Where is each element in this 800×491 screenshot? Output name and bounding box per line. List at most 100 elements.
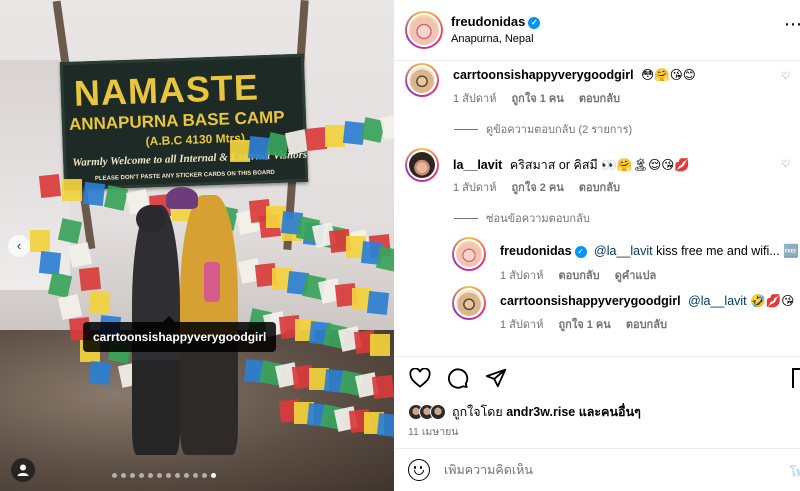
post-actions — [408, 366, 508, 390]
comment-like-icon[interactable]: ♡ — [781, 159, 790, 170]
person-left-head — [136, 205, 166, 233]
carousel-dot — [211, 473, 216, 478]
tagged-users-button[interactable] — [11, 458, 35, 482]
divider — [394, 448, 800, 449]
author-avatar[interactable] — [405, 11, 443, 49]
prayer-flag — [376, 413, 394, 437]
save-button[interactable] — [792, 368, 800, 388]
comment-composer: โพ — [408, 457, 800, 483]
reply-mention[interactable]: @la__lavit — [594, 244, 653, 258]
reply-mention[interactable]: @la__lavit — [688, 294, 747, 308]
comment-input[interactable] — [444, 463, 800, 477]
verified-badge-icon: ✓ — [574, 246, 587, 258]
water-bottle — [204, 262, 220, 302]
emoji-icon[interactable] — [408, 459, 430, 481]
reply-reply-button[interactable]: ตอบกลับ — [559, 270, 600, 282]
comment-text: carrtoonsishappyverygoodgirl 😳🤗😘😊 — [453, 68, 696, 82]
more-icon[interactable]: ⋯ — [784, 14, 800, 35]
carousel-dot — [148, 473, 153, 478]
reply-meta: 1 สัปดาห์ ถูกใจ 1 คน ตอบกลับ — [500, 315, 679, 333]
prayer-flag — [47, 272, 73, 298]
comment-likes[interactable]: ถูกใจ 1 คน — [512, 93, 564, 105]
user-icon — [17, 464, 29, 476]
carousel-dot — [193, 473, 198, 478]
previous-photo-button[interactable]: ‹ — [8, 235, 30, 257]
annapurna-sign: NAMASTE ANNAPURNA BASE CAMP (A.B.C 4130 … — [59, 53, 309, 191]
comment-meta: 1 สัปดาห์ ถูกใจ 2 คน ตอบกลับ — [453, 178, 632, 196]
post-panel: freudonidas ✓ Anapurna, Nepal ⋯ carrtoons… — [394, 0, 800, 491]
comment-time: 1 สัปดาห์ — [453, 182, 497, 194]
prayer-flag — [78, 267, 102, 291]
prayer-flag — [230, 140, 250, 162]
prayer-flag — [371, 375, 394, 399]
prayer-flag — [366, 291, 390, 315]
reply-avatar[interactable] — [452, 237, 486, 271]
comment-meta: 1 สัปดาห์ ถูกใจ 1 คน ตอบกลับ — [453, 89, 632, 107]
post-comment-button[interactable]: โพ — [790, 463, 800, 482]
reply-text: carrtoonsishappyverygoodgirl @la__lavit … — [500, 294, 795, 308]
reply-avatar[interactable] — [452, 286, 486, 320]
heart-icon — [409, 368, 431, 388]
prayer-flag — [88, 361, 112, 385]
carousel-dot — [166, 473, 171, 478]
prayer-flag — [82, 182, 106, 206]
like-button[interactable] — [408, 366, 432, 390]
prayer-flag — [103, 185, 129, 211]
prayer-flag — [67, 242, 93, 268]
carousel-dot — [184, 473, 189, 478]
comment-reply-button[interactable]: ตอบกลับ — [579, 93, 620, 105]
prayer-flag — [370, 334, 390, 356]
carousel-dot — [175, 473, 180, 478]
likes-summary: ถูกใจโดย andr3w.rise และคนอื่นๆ — [408, 402, 641, 422]
prayer-flag — [57, 218, 83, 244]
post-date[interactable]: 11 เมษายน — [408, 423, 458, 440]
carousel-dot — [130, 473, 135, 478]
comment-username[interactable]: carrtoonsishappyverygoodgirl — [453, 68, 634, 82]
post-location[interactable]: Anapurna, Nepal — [451, 33, 534, 45]
prayer-flag — [30, 230, 50, 252]
carousel-indicator — [112, 473, 216, 478]
view-replies-button[interactable]: ดูข้อความตอบกลับ (2 รายการ) — [454, 120, 632, 138]
reply-likes[interactable]: ถูกใจ 1 คน — [559, 319, 611, 331]
person-right-hat — [166, 187, 198, 209]
comment-username[interactable]: la__lavit — [453, 158, 502, 172]
prayer-flag — [57, 294, 83, 320]
prayer-flag — [375, 246, 394, 272]
sign-line-5: PLEASE DON'T PASTE ANY STICKER CARDS ON … — [94, 169, 275, 183]
reply-text: freudonidas ✓ @la__lavit kiss free me and… — [500, 244, 799, 258]
liker-avatars[interactable] — [408, 404, 446, 420]
comment-text: la__lavit คริสมาส or คิสมี 👀🤗🏝😌😘💋 — [453, 158, 690, 172]
carousel-dot — [202, 473, 207, 478]
comment-icon — [448, 368, 469, 389]
comment-avatar[interactable] — [405, 63, 439, 97]
sign-line-1: NAMASTE — [73, 66, 260, 114]
comment-reply-button[interactable]: ตอบกลับ — [579, 182, 620, 194]
post-photo[interactable]: NAMASTE ANNAPURNA BASE CAMP (A.B.C 4130 … — [0, 0, 394, 491]
see-translation-button[interactable]: ดูคำแปล — [615, 270, 657, 282]
reply-username[interactable]: freudonidas ✓ — [500, 244, 587, 258]
author-username[interactable]: freudonidas ✓ — [451, 14, 541, 29]
share-button[interactable] — [484, 366, 508, 390]
comment-time: 1 สัปดาห์ — [453, 93, 497, 105]
tagged-user-label[interactable]: carrtoonsishappyverygoodgirl — [83, 316, 277, 352]
reply-time: 1 สัปดาห์ — [500, 270, 544, 282]
reply-time: 1 สัปดาห์ — [500, 319, 544, 331]
comment-like-icon[interactable]: ♡ — [781, 71, 790, 82]
reply-reply-button[interactable]: ตอบกลับ — [626, 319, 667, 331]
verified-badge-icon: ✓ — [528, 17, 541, 29]
share-icon — [485, 368, 507, 388]
prayer-flag — [62, 179, 82, 201]
comment-avatar[interactable] — [405, 148, 439, 182]
hide-replies-button[interactable]: ซ่อนข้อความตอบกลับ — [454, 209, 590, 227]
comment-button[interactable] — [446, 366, 470, 390]
others-link[interactable]: และคนอื่นๆ — [579, 402, 641, 422]
post-header: freudonidas ✓ Anapurna, Nepal ⋯ — [394, 0, 800, 61]
prayer-flag — [38, 174, 62, 198]
comment-likes[interactable]: ถูกใจ 2 คน — [512, 182, 564, 194]
divider — [394, 356, 800, 357]
reply-username[interactable]: carrtoonsishappyverygoodgirl — [500, 294, 681, 308]
prayer-flag — [325, 125, 345, 147]
carousel-dot — [112, 473, 117, 478]
prayer-flag — [379, 114, 394, 140]
liker-username[interactable]: andr3w.rise — [506, 405, 575, 419]
